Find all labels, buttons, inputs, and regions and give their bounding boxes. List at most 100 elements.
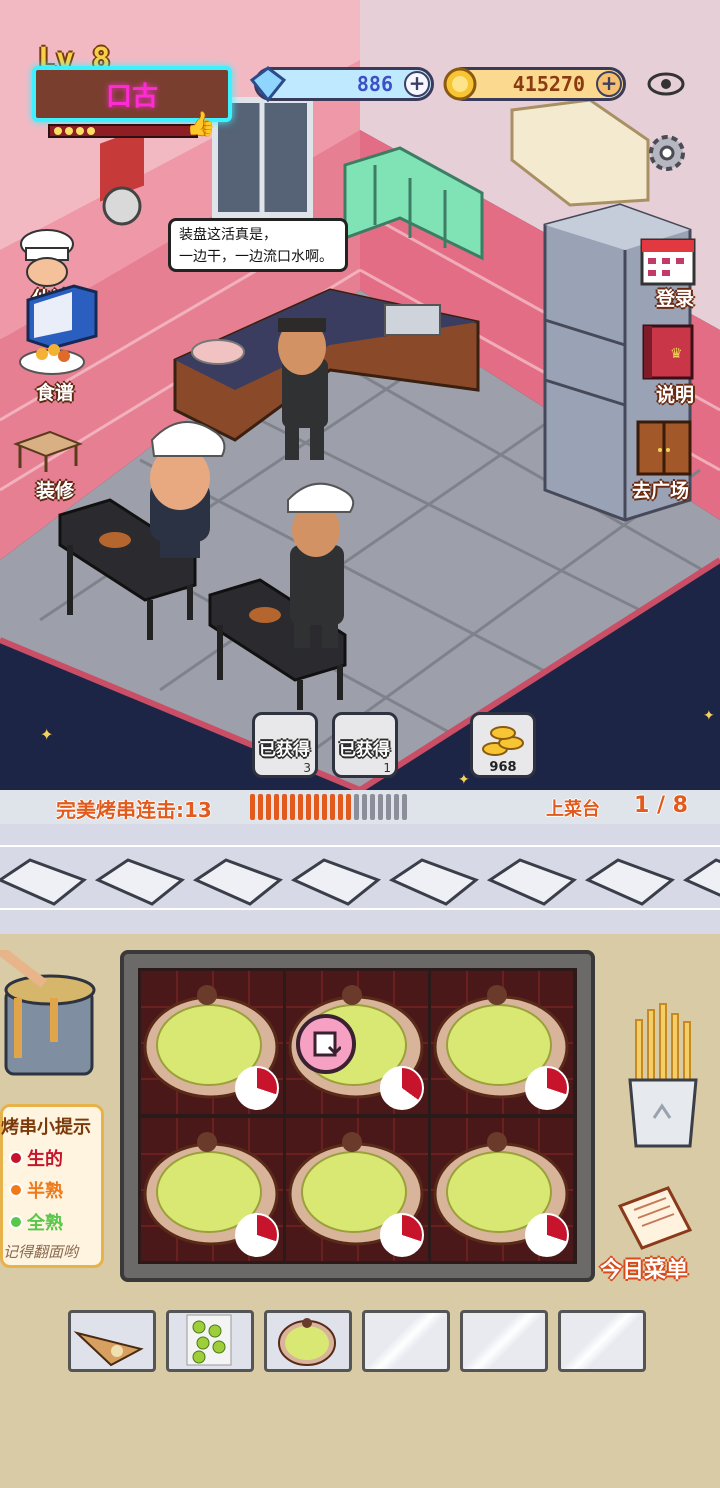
grill-slot[interactable] <box>141 1118 283 1261</box>
reward-card-label: 已获得 <box>339 740 390 760</box>
grill-surface <box>138 968 577 1264</box>
tip-raw: 生的 <box>9 1145 101 1171</box>
login-menu-label: 登录 <box>656 288 695 310</box>
plaza-menu-button[interactable]: 去广场 <box>626 418 706 502</box>
inventory-slot-empty[interactable] <box>558 1310 646 1372</box>
bun-skewer-icon <box>267 1313 349 1371</box>
plaza-menu-label: 去广场 <box>632 480 690 502</box>
combo-label: 完美烤串连击:13 <box>56 798 212 822</box>
coin-icon <box>440 64 480 104</box>
combo-segment <box>250 794 255 820</box>
combo-segment <box>394 794 399 820</box>
flip-skewer-button[interactable] <box>296 1014 356 1074</box>
fries-cup[interactable] <box>624 1000 704 1150</box>
chef-hat-icon <box>20 229 74 287</box>
fries-cup-icon <box>628 1003 698 1148</box>
tip-half: 半熟 <box>9 1177 101 1203</box>
combo-segment <box>370 794 375 820</box>
inventory-slot-empty[interactable] <box>460 1310 548 1372</box>
combo-segment <box>386 794 391 820</box>
combo-segment <box>330 794 335 820</box>
login-menu-button[interactable]: 登录 <box>634 232 704 310</box>
svg-text:✦: ✦ <box>458 772 470 788</box>
guide-menu-label: 说明 <box>656 384 695 406</box>
combo-segment <box>362 794 367 820</box>
speech-line-1: 装盘这活真是， <box>179 227 277 243</box>
recipe-menu-button[interactable]: 食谱 <box>12 332 86 404</box>
combo-progress <box>250 794 407 820</box>
decorate-menu-label: 装修 <box>36 480 75 502</box>
sauce-bucket[interactable] <box>0 946 100 1080</box>
svg-text:♛: ♛ <box>670 346 683 362</box>
inventory-slot[interactable] <box>166 1310 254 1372</box>
reward-card-label: 已获得 <box>259 740 310 760</box>
coin-amount: 415270 <box>512 72 585 96</box>
grill-slot[interactable] <box>286 1118 428 1261</box>
cook-level-dial <box>235 1213 279 1257</box>
sauce-bucket-icon <box>0 946 96 1076</box>
combo-segment <box>282 794 287 820</box>
add-coins-button[interactable]: + <box>596 71 622 97</box>
cook-level-dial <box>525 1213 569 1257</box>
door-icon <box>636 420 692 476</box>
tip-raw-label: 生的 <box>27 1149 63 1170</box>
level-progress-bar <box>48 124 198 138</box>
thumbs-up-icon: 👍 <box>186 110 216 138</box>
well-done-indicator-icon <box>9 1215 23 1229</box>
decorate-menu-button[interactable]: 装修 <box>10 428 84 502</box>
combo-segment <box>298 794 303 820</box>
serving-trays <box>0 824 720 934</box>
calendar-icon <box>640 238 696 286</box>
serving-counter-label: 上菜台 <box>546 799 600 820</box>
menu-card-icon <box>617 1186 693 1250</box>
combo-segment <box>338 794 343 820</box>
grill-slot[interactable] <box>141 971 283 1114</box>
eye-icon[interactable] <box>646 66 686 102</box>
combo-segment <box>322 794 327 820</box>
flip-icon <box>313 1031 341 1057</box>
tips-note: 记得翻面哟 <box>3 1243 79 1261</box>
half-cooked-indicator-icon <box>9 1183 23 1197</box>
coin-reward-card[interactable]: 968 <box>470 712 536 778</box>
serving-counter <box>0 824 720 934</box>
coin-stack-icon <box>482 726 524 756</box>
cook-level-dial <box>380 1066 424 1110</box>
add-diamonds-button[interactable]: + <box>404 71 430 97</box>
cook-level-dial <box>525 1066 569 1110</box>
grilled-fish-icon <box>71 1313 153 1371</box>
reward-card-count: 1 <box>383 761 391 775</box>
guide-menu-button[interactable]: ♛ 说明 <box>634 322 704 406</box>
today-menu-button[interactable]: 今日菜单 <box>600 1186 704 1286</box>
svg-text:✦: ✦ <box>40 725 53 744</box>
grill-slot[interactable] <box>431 971 573 1114</box>
green-peas-icon <box>169 1313 251 1371</box>
today-menu-label: 今日菜单 <box>600 1258 689 1283</box>
speech-line-2: 一边干，一边流口水啊。 <box>179 249 333 265</box>
reward-card[interactable]: 已获得 3 <box>252 712 318 778</box>
gear-icon[interactable] <box>644 130 690 176</box>
combo-segment <box>314 794 319 820</box>
inventory-slot[interactable] <box>264 1310 352 1372</box>
grill <box>120 950 595 1282</box>
inventory-slot[interactable] <box>68 1310 156 1372</box>
diamond-icon <box>248 64 288 104</box>
inventory-slot-empty[interactable] <box>362 1310 450 1372</box>
grill-tips-panel: 烤串小提示 生的 半熟 全熟 记得翻面哟 <box>0 1104 104 1268</box>
diamond-amount: 886 <box>356 72 393 96</box>
tip-half-label: 半熟 <box>27 1181 63 1202</box>
player-name: 口古 <box>105 81 158 112</box>
raw-indicator-icon <box>9 1151 23 1165</box>
skewer-plate-icon <box>19 344 85 375</box>
tip-done-label: 全熟 <box>27 1213 63 1234</box>
ingredient-inventory <box>68 1310 646 1372</box>
reward-card-count: 3 <box>303 761 311 775</box>
cook-level-dial <box>235 1066 279 1110</box>
coin-reward-amount: 968 <box>489 760 517 775</box>
combo-bar: 完美烤串连击:13 上菜台 1 / 8 <box>0 790 720 824</box>
grill-slot[interactable] <box>431 1118 573 1261</box>
reward-card[interactable]: 已获得 1 <box>332 712 398 778</box>
combo-segment <box>306 794 311 820</box>
combo-segment <box>290 794 295 820</box>
speech-bubble: 装盘这活真是， 一边干，一边流口水啊。 <box>168 218 348 272</box>
restaurant-scene: ✦ ✦ ✦ Lv 8 口古 👍 886 + 415270 + 装盘这活真是， 一… <box>0 0 720 790</box>
